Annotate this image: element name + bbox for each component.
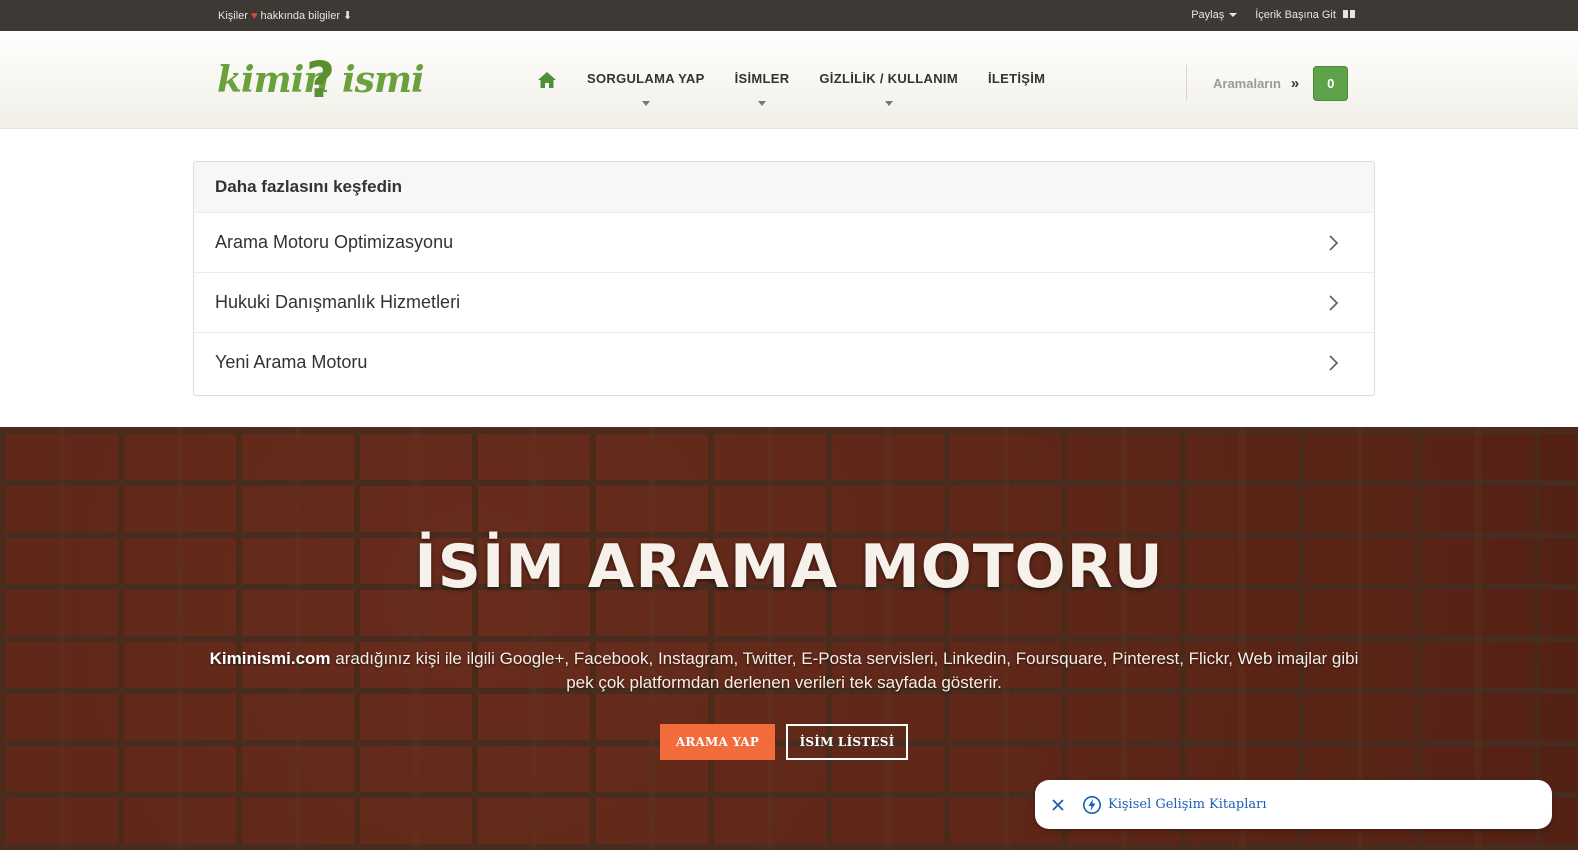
search-count-badge[interactable]: 0 xyxy=(1313,65,1349,101)
discover-item-label: Yeni Arama Motoru xyxy=(215,352,368,372)
chevron-right-icon xyxy=(1329,234,1339,251)
nav-item-names[interactable]: İSİMLER xyxy=(735,71,790,106)
heart-icon: ♥ xyxy=(250,9,258,22)
tagline-prefix: Kişiler xyxy=(218,9,248,22)
hero-brand: Kiminismi.com xyxy=(209,649,331,668)
tagline-suffix: hakkında bilgiler xyxy=(260,9,340,22)
go-to-content-label: İçerik Başına Git xyxy=(1255,9,1336,21)
logo-text-right: ismi xyxy=(342,59,425,101)
discover-item-label: Arama Motoru Optimizasyonu xyxy=(215,232,454,252)
caret-down-icon xyxy=(757,101,766,106)
my-searches-label: Aramaların xyxy=(1213,75,1281,91)
search-button[interactable]: ARAMA YAP xyxy=(660,724,775,760)
caret-down-icon xyxy=(884,101,893,106)
nav-item-privacy[interactable]: GİZLİLİK / KULLANIM xyxy=(819,71,958,106)
top-bar-links: Paylaş İçerik Başına Git xyxy=(1191,9,1356,21)
lightning-icon xyxy=(1083,795,1101,814)
main-nav: SORGULAMA YAP İSİMLER GİZLİLİK / KULLANI… xyxy=(537,71,1045,106)
name-list-button[interactable]: İSİM LİSTESİ xyxy=(786,724,908,760)
double-chevron-icon: » xyxy=(1290,74,1300,92)
nav-item-label: İLETİŞİM xyxy=(987,71,1046,86)
discover-item[interactable]: Arama Motoru Optimizasyonu xyxy=(194,212,1374,272)
nav-item-contact[interactable]: İLETİŞİM xyxy=(988,71,1045,86)
book-icon xyxy=(1343,10,1355,18)
discover-item[interactable]: Yeni Arama Motoru xyxy=(194,332,1374,392)
nav-item-query[interactable]: SORGULAMA YAP xyxy=(587,71,705,106)
discover-title: Daha fazlasını keşfedin xyxy=(194,162,1374,212)
my-searches[interactable]: Aramaların » 0 xyxy=(1186,65,1349,101)
top-bar: Kişiler ♥ hakkında bilgiler ⬇ Paylaş İçe… xyxy=(0,0,1578,31)
discover-item-label: Hukuki Danışmanlık Hizmetleri xyxy=(215,292,461,312)
hero-description-text: aradığınız kişi ile ilgili Google+, Face… xyxy=(335,649,1359,692)
site-header: kimin ? ismi SORGULAMA YAP İSİMLER GİZLİ… xyxy=(0,31,1578,129)
go-to-content-link[interactable]: İçerik Başına Git xyxy=(1255,9,1356,21)
chevron-right-icon xyxy=(1329,294,1339,311)
chevron-right-icon xyxy=(1329,354,1339,371)
logo-question-mark: ? xyxy=(306,51,336,109)
top-bar-tagline: Kişiler ♥ hakkında bilgiler ⬇ xyxy=(218,9,353,23)
discover-item[interactable]: Hukuki Danışmanlık Hizmetleri xyxy=(194,272,1374,332)
ad-link-text[interactable]: Kişisel Gelişim Kitapları xyxy=(1108,797,1266,812)
site-logo[interactable]: kimin ? ismi xyxy=(217,51,425,113)
nav-item-label: GİZLİLİK / KULLANIM xyxy=(819,71,958,86)
ad-suggestion-bar[interactable]: Kişisel Gelişim Kitapları xyxy=(1035,780,1552,829)
hero-description: Kiminismi.com aradığınız kişi ile ilgili… xyxy=(200,647,1368,695)
caret-down-icon xyxy=(641,101,650,106)
discover-more-panel: Daha fazlasını keşfedin Arama Motoru Opt… xyxy=(193,161,1375,396)
close-icon[interactable] xyxy=(1050,797,1066,813)
caret-down-icon xyxy=(1229,13,1238,18)
down-arrow-icon: ⬇ xyxy=(342,10,353,22)
hero-title: İSİM ARAMA MOTORU xyxy=(414,532,1164,602)
nav-item-label: İSİMLER xyxy=(734,71,790,86)
share-label: Paylaş xyxy=(1191,9,1225,21)
share-dropdown[interactable]: Paylaş xyxy=(1191,9,1238,21)
nav-item-label: SORGULAMA YAP xyxy=(587,71,705,86)
home-icon[interactable] xyxy=(537,71,557,89)
